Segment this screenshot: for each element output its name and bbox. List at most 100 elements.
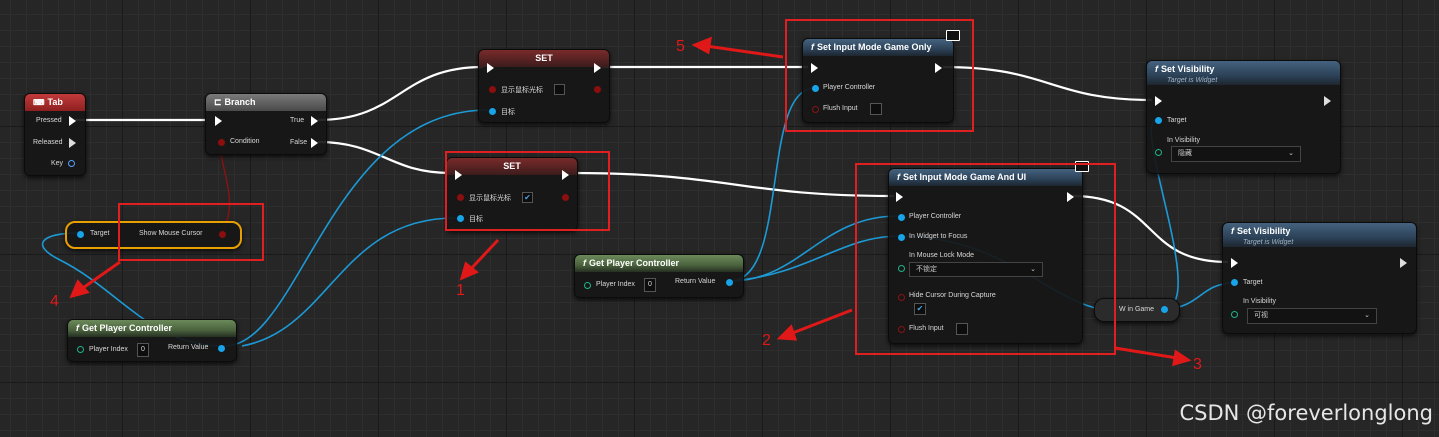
arrow-2 xyxy=(789,308,853,336)
set-node-header: SET xyxy=(479,50,609,67)
visibility-target-pin[interactable] xyxy=(1155,117,1162,124)
set-bool-out-pin[interactable] xyxy=(594,86,601,93)
chevron-down-icon: ⌄ xyxy=(1364,312,1370,319)
visibility-value: 隐藏 xyxy=(1178,150,1192,157)
in-visibility-pin[interactable] xyxy=(1231,311,1238,318)
visibility-title: Set Visibility xyxy=(1237,226,1291,236)
in-visibility-label: In Visibility xyxy=(1243,298,1276,305)
released-exec-pin[interactable] xyxy=(69,138,76,148)
set-target-pin[interactable] xyxy=(489,108,496,115)
branch-node-header: ⊏ Branch xyxy=(206,94,326,111)
visibility-dropdown[interactable]: 可视 ⌄ xyxy=(1247,308,1377,324)
exec-wire-set-gameui xyxy=(571,171,895,198)
return-value-label: Return Value xyxy=(168,344,209,351)
visibility-exec-in-pin[interactable] xyxy=(1231,258,1238,268)
tab-node-title: Tab xyxy=(47,97,63,107)
player-index-label: Player Index xyxy=(596,281,635,288)
visibility-dropdown[interactable]: 隐藏 ⌄ xyxy=(1171,146,1301,162)
annotation-number-4: 4 xyxy=(50,293,59,310)
set-var-label: 显示鼠标光标 xyxy=(501,87,543,94)
annotation-box-show-cursor xyxy=(118,203,264,261)
get-pc-title: Get Player Controller xyxy=(82,323,173,333)
player-index-pin[interactable] xyxy=(584,282,591,289)
pressed-exec-pin[interactable] xyxy=(69,116,76,126)
function-icon: f xyxy=(583,258,586,268)
in-visibility-pin[interactable] xyxy=(1155,149,1162,156)
visibility-subtitle: Target is Widget xyxy=(1243,239,1294,246)
return-value-pin[interactable] xyxy=(726,279,733,286)
visibility-value: 可视 xyxy=(1254,312,1268,319)
function-icon: f xyxy=(76,323,79,333)
false-exec-pin[interactable] xyxy=(311,138,318,148)
chevron-down-icon: ⌄ xyxy=(1288,150,1294,157)
set-visibility-node-bottom[interactable]: f Set Visibility Target is Widget Target … xyxy=(1222,222,1417,334)
get-pc-header: f Get Player Controller xyxy=(68,320,236,337)
show-cursor-target-pin[interactable] xyxy=(77,231,84,238)
set-exec-out-pin[interactable] xyxy=(594,63,601,73)
player-index-input[interactable]: 0 xyxy=(137,343,149,357)
true-label: True xyxy=(290,117,305,124)
function-icon: f xyxy=(1231,226,1234,236)
visibility-target-label: Target xyxy=(1167,117,1187,124)
visibility-title: Set Visibility xyxy=(1161,64,1215,74)
w-in-game-label: W in Game xyxy=(1119,306,1155,313)
annotation-number-1: 1 xyxy=(456,282,465,299)
w-in-game-pin[interactable] xyxy=(1161,306,1168,313)
tab-key-node[interactable]: ⌨ Tab Pressed Released Key xyxy=(24,93,86,176)
branch-exec-in-pin[interactable] xyxy=(215,116,222,126)
condition-pin[interactable] xyxy=(218,139,225,146)
key-label: Key xyxy=(51,160,64,167)
obj-wire-getpc2-set xyxy=(241,217,456,347)
annotation-box-game-only xyxy=(785,19,974,132)
false-label: False xyxy=(290,139,308,146)
pressed-label: Pressed xyxy=(36,117,62,124)
set-bool-in-pin[interactable] xyxy=(489,86,496,93)
get-pc-header: f Get Player Controller xyxy=(575,255,743,272)
keyboard-icon: ⌨ xyxy=(33,98,45,107)
set-visibility-node-top[interactable]: f Set Visibility Target is Widget Target … xyxy=(1146,60,1341,174)
visibility-target-pin[interactable] xyxy=(1231,279,1238,286)
set-node-title: SET xyxy=(535,53,553,63)
visibility-subtitle: Target is Widget xyxy=(1167,77,1218,84)
annotation-number-2: 2 xyxy=(762,332,771,349)
get-player-controller-node-mid[interactable]: f Get Player Controller Player Index 0 Re… xyxy=(574,254,744,298)
set-show-cursor-node-top[interactable]: SET 显示鼠标光标 目标 xyxy=(478,49,610,123)
released-label: Released xyxy=(33,139,63,146)
return-value-label: Return Value xyxy=(675,278,716,285)
true-exec-pin[interactable] xyxy=(311,116,318,126)
annotation-number-3: 3 xyxy=(1193,356,1202,373)
set-exec-in-pin[interactable] xyxy=(487,63,494,73)
annotation-box-set-bottom xyxy=(445,151,610,231)
in-visibility-label: In Visibility xyxy=(1167,137,1200,144)
player-index-value: 0 xyxy=(648,281,652,288)
visibility-exec-out-pin[interactable] xyxy=(1400,258,1407,268)
player-index-input[interactable]: 0 xyxy=(644,278,656,292)
player-index-value: 0 xyxy=(141,346,145,353)
arrow-5 xyxy=(705,44,784,59)
function-icon: f xyxy=(1155,64,1158,74)
branch-node[interactable]: ⊏ Branch True Condition False xyxy=(205,93,327,155)
set-var-checkbox[interactable] xyxy=(554,84,565,95)
key-pin[interactable] xyxy=(68,160,75,167)
exec-wire-true-set xyxy=(317,65,484,122)
return-value-pin[interactable] xyxy=(218,345,225,352)
get-player-controller-node-left[interactable]: f Get Player Controller Player Index 0 Re… xyxy=(67,319,237,362)
visibility-exec-in-pin[interactable] xyxy=(1155,96,1162,106)
condition-label: Condition xyxy=(230,138,260,145)
exec-wire-false-set xyxy=(317,140,451,175)
player-index-label: Player Index xyxy=(89,346,128,353)
tab-node-header: ⌨ Tab xyxy=(25,94,85,111)
annotation-number-5: 5 xyxy=(676,38,685,55)
visibility-target-label: Target xyxy=(1243,279,1263,286)
branch-node-title: Branch xyxy=(224,97,256,107)
visibility-exec-out-pin[interactable] xyxy=(1324,96,1331,106)
get-pc-title: Get Player Controller xyxy=(589,258,680,268)
exec-wire-gameonly-visibility xyxy=(942,65,1153,102)
arrow-1 xyxy=(466,238,500,274)
set-target-label: 目标 xyxy=(501,109,515,116)
arrow-3 xyxy=(1114,346,1178,360)
branch-icon: ⊏ xyxy=(214,97,222,107)
show-cursor-target-label: Target xyxy=(90,230,110,237)
annotation-box-game-ui xyxy=(855,163,1116,355)
player-index-pin[interactable] xyxy=(77,346,84,353)
